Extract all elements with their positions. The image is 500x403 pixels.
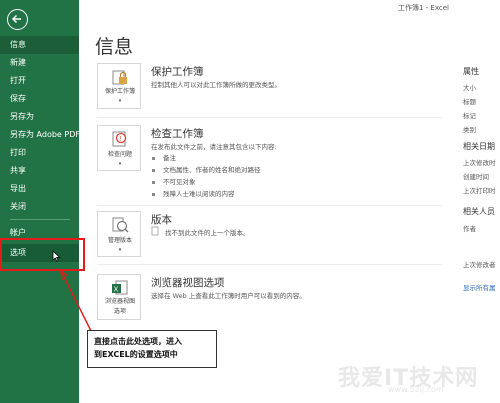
protect-card-label: 保护工作簿: [104, 88, 135, 95]
protect-desc: 控制其他人可以对此工作簿所做的更改类型。: [151, 81, 281, 89]
chevron-down-icon: ▾: [118, 247, 122, 253]
document-icon: [151, 226, 159, 236]
sidebar-item-save-as-pdf[interactable]: 另存为 Adobe PDF: [0, 126, 79, 144]
properties-heading[interactable]: 属性: [463, 66, 479, 77]
dates-heading: 相关日期: [463, 142, 495, 151]
sidebar-item-share[interactable]: 共享: [0, 162, 79, 180]
browser-view-icon: X: [112, 280, 128, 295]
property-label: 标题: [463, 98, 476, 106]
section-divider: [97, 117, 442, 118]
manage-versions-button[interactable]: 管理版本 ▾: [97, 211, 141, 257]
window-title: 工作簿1 - Excel: [398, 4, 449, 12]
sidebar-item-close[interactable]: 关闭: [0, 198, 79, 216]
property-label: 标记: [463, 112, 476, 120]
version-icon: [112, 217, 129, 233]
inspect-bullet: 文档属性、作者的姓名和绝对路径: [152, 164, 261, 174]
section-divider: [97, 205, 442, 206]
inspect-bullet: 不可见对象: [152, 176, 196, 186]
sidebar-item-open[interactable]: 打开: [0, 72, 79, 90]
inspect-bullet: 残障人士难以阅读的内容: [152, 188, 235, 198]
inspect-card-label: 检查问题: [107, 151, 132, 158]
sidebar-item-export[interactable]: 导出: [0, 180, 79, 198]
svg-text:X: X: [114, 286, 119, 294]
sidebar-item-save[interactable]: 保存: [0, 90, 79, 108]
annotation-line: 到EXCEL的设置选项中: [94, 350, 178, 359]
lock-icon: [112, 70, 127, 85]
show-all-properties-link[interactable]: 显示所有属: [463, 282, 496, 292]
browser-title: 浏览器视图选项: [151, 277, 225, 289]
backstage-sidebar: 信息 新建 打开 保存 另存为 另存为 Adobe PDF 打印 共享 导出 关…: [0, 0, 79, 403]
sidebar-item-print[interactable]: 打印: [0, 144, 79, 162]
protect-title: 保护工作簿: [151, 66, 204, 78]
browser-desc: 选择在 Web 上查看此工作簿时用户可以看到的内容。: [151, 292, 306, 300]
sidebar-item-new[interactable]: 新建: [0, 54, 79, 72]
inspect-title: 检查工作簿: [151, 128, 204, 140]
sidebar-item-info[interactable]: 信息: [0, 36, 79, 54]
property-label: 大小: [463, 84, 476, 92]
date-label: 上次修改时: [463, 159, 496, 167]
inspect-bullet: 备注: [152, 152, 176, 162]
sidebar-divider: [10, 219, 70, 220]
versions-card-label: 管理版本: [107, 237, 132, 244]
inspect-icon: !: [112, 131, 127, 147]
annotation-line: 直接点击此处选项，进入: [94, 337, 182, 346]
property-label: 类别: [463, 126, 476, 134]
watermark-url: www.52ij.com: [388, 385, 444, 394]
section-divider: [97, 264, 442, 265]
date-label: 上次打印时: [463, 187, 496, 195]
sidebar-item-save-as[interactable]: 另存为: [0, 108, 79, 126]
back-arrow-icon[interactable]: [7, 9, 28, 30]
versions-desc: 找不到此文件的上一个版本。: [165, 229, 250, 237]
annotation-arrow: [60, 270, 92, 332]
browser-card-label: 选项: [113, 308, 126, 315]
people-label: 上次修改者: [463, 261, 496, 269]
people-label: 作者: [463, 225, 476, 233]
chevron-down-icon: ▾: [118, 98, 122, 104]
page-title: 信息: [95, 36, 134, 58]
inspect-desc: 在发布此文件之前，请注意其包含以下内容:: [151, 143, 277, 151]
date-label: 创建时间: [463, 173, 489, 181]
protect-workbook-button[interactable]: 保护工作簿 ▾: [97, 63, 141, 109]
people-heading: 相关人员: [463, 207, 495, 216]
browser-card-label: 浏览器视图: [104, 298, 135, 305]
svg-text:!: !: [119, 136, 121, 143]
inspect-workbook-button[interactable]: ! 检查问题 ▾: [97, 125, 141, 171]
versions-title: 版本: [151, 214, 172, 226]
annotation-callout: 直接点击此处选项，进入 到EXCEL的设置选项中: [87, 330, 217, 368]
chevron-down-icon: ▾: [118, 161, 122, 167]
browser-view-options-button[interactable]: X 浏览器视图 选项: [97, 274, 141, 320]
